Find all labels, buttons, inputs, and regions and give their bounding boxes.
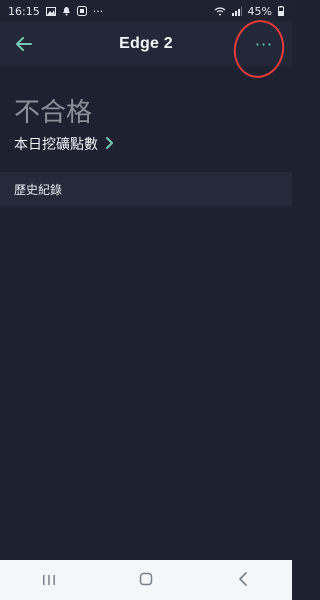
status-right: 45% [214, 5, 284, 18]
home-button[interactable] [126, 565, 166, 595]
daily-mining-points-link[interactable]: 本日挖礦點數 [14, 134, 114, 154]
history-list-area [0, 206, 292, 560]
system-back-button[interactable] [223, 565, 263, 595]
status-time: 16:15 [8, 4, 40, 18]
gallery-icon [45, 6, 56, 16]
page-title: Edge 2 [119, 35, 173, 52]
battery-percent: 45% [247, 4, 272, 18]
wifi-icon [214, 6, 226, 16]
history-section-header: 歷史紀錄 [0, 172, 292, 206]
status-bar: 16:15 ··· 45% [0, 0, 292, 22]
back-arrow-button[interactable] [10, 30, 38, 58]
status-more-indicator: ··· [92, 4, 104, 18]
battery-icon [278, 6, 284, 16]
signal-icon [231, 6, 242, 16]
qualification-status: 不合格 [14, 98, 93, 128]
home-icon [139, 571, 153, 590]
system-navigation-bar [0, 560, 292, 600]
recent-apps-icon [42, 571, 56, 590]
history-label: 歷史紀錄 [14, 182, 63, 197]
chevron-right-icon [106, 135, 114, 153]
recent-apps-button[interactable] [29, 565, 69, 595]
notification-bell-icon [62, 6, 71, 16]
daily-mining-points-label: 本日挖礦點數 [14, 137, 98, 153]
back-icon [238, 571, 248, 590]
status-left: 16:15 ··· [8, 5, 103, 18]
back-arrow-icon [16, 32, 32, 56]
app-notification-icon [76, 6, 87, 16]
